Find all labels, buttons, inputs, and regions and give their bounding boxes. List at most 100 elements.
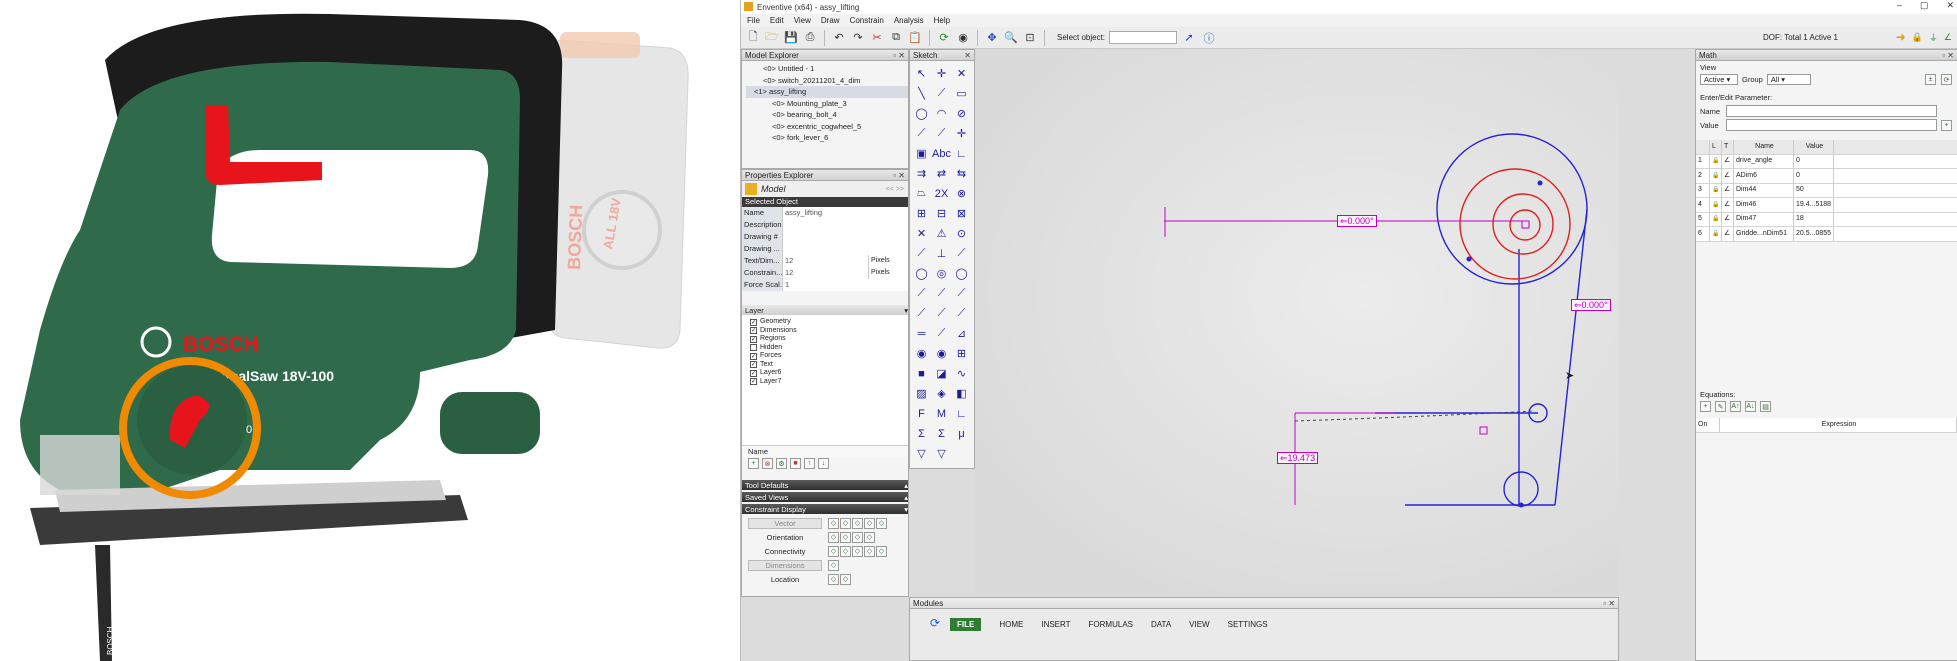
sketch-tool-icon[interactable]: ⊞ [912, 204, 931, 223]
tool-defaults-bar[interactable]: Tool Defaults ▴ [742, 480, 908, 490]
layer-checkbox[interactable]: ✓ [750, 318, 757, 326]
param-row[interactable]: 5 🔒 ∠ Dim47 18 [1696, 212, 1957, 227]
sketch-tool-icon[interactable]: ▽ [912, 444, 931, 463]
sketch-tool-icon[interactable]: ◎ [932, 264, 951, 283]
param-value[interactable]: 0 [1794, 154, 1834, 169]
layer-item[interactable]: ✓ Regions [750, 335, 908, 344]
length-dim-label[interactable]: ⇐19.473 [1277, 452, 1319, 464]
tree-item[interactable]: <0> fork_lever_6 [746, 132, 908, 144]
sketch-tool-icon[interactable]: ⊥ [932, 244, 951, 263]
add-layer-icon[interactable]: + [748, 458, 759, 469]
panel-close-icon[interactable]: ▫ ✕ [1603, 599, 1618, 608]
add-remove-icon[interactable]: ± [1925, 74, 1936, 85]
layer-item[interactable]: ✓ Forces [750, 352, 908, 361]
sketch-tool-icon[interactable]: ╲ [912, 84, 931, 103]
menu-constrain[interactable]: Constrain [850, 16, 884, 25]
tab-data[interactable]: DATA [1151, 620, 1171, 629]
property-unit[interactable]: Pixels [868, 266, 908, 279]
sketch-tool-icon[interactable]: ⏢ [912, 184, 931, 203]
sketch-tool-icon[interactable]: ◉ [912, 344, 931, 363]
menu-analysis[interactable]: Analysis [894, 16, 924, 25]
copy-icon[interactable]: ⧉ [888, 30, 904, 46]
param-value[interactable]: 18 [1794, 212, 1834, 227]
sketch-tool-icon[interactable]: ◪ [932, 364, 951, 383]
add-param-icon[interactable]: + [1941, 119, 1952, 131]
sketch-tool-icon[interactable]: ⇆ [952, 164, 971, 183]
sketch-tool-icon[interactable]: ✕ [912, 224, 931, 243]
property-value[interactable]: 12 [782, 266, 868, 279]
sketch-tool-icon[interactable]: ⊗ [952, 184, 971, 203]
comment-icon[interactable]: ▤ [1760, 401, 1771, 412]
sketch-tool-icon[interactable]: ∿ [952, 364, 971, 383]
constraint-toggle-icon[interactable]: ◇ [852, 517, 863, 529]
layer-checkbox[interactable]: ✓ [750, 361, 757, 369]
sketch-tool-icon[interactable]: ⟋ [932, 284, 951, 303]
arrow-right-icon[interactable]: ➜ [1896, 30, 1906, 44]
sketch-tool-icon[interactable]: ◯ [952, 264, 971, 283]
constraint-toggle-icon[interactable]: ◇ [864, 531, 875, 543]
pointer-icon[interactable]: ➚ [1181, 30, 1197, 46]
sketch-tool-icon[interactable]: ▽ [932, 444, 951, 463]
edit-equation-icon[interactable]: ✎ [1715, 401, 1726, 412]
lock-icon[interactable]: 🔒 [1710, 183, 1722, 198]
sketch-tool-icon[interactable]: ⟋ [932, 324, 951, 343]
help-icon[interactable]: ⓘ [1201, 30, 1217, 46]
property-value[interactable]: 1 [782, 278, 908, 291]
tab-formulas[interactable]: FORMULAS [1089, 620, 1133, 629]
new-file-icon[interactable]: 🗋 [745, 30, 761, 46]
lock-icon[interactable]: 🔒 [1912, 32, 1923, 43]
stop-icon[interactable]: ◉ [955, 30, 971, 46]
lock-icon[interactable]: 🔒 [1710, 212, 1722, 227]
panel-close-icon[interactable]: ▫ ✕ [1942, 51, 1957, 60]
property-value[interactable] [782, 230, 908, 243]
sketch-tool-icon[interactable]: ⟋ [912, 304, 931, 323]
param-row[interactable]: 1 🔒 ∠ drive_angle 0 [1696, 154, 1957, 169]
sort-down-icon[interactable]: A↓ [1745, 401, 1756, 412]
layer-item[interactable]: ✓ Layer7 [750, 378, 908, 387]
zoom-window-icon[interactable]: ⊡ [1022, 30, 1038, 46]
tree-item[interactable]: <0> Mounting_plate_3 [746, 98, 908, 110]
property-unit[interactable]: Pixels [868, 254, 908, 267]
constraint-toggle-icon[interactable]: ◇ [828, 517, 839, 529]
sketch-tool-icon[interactable]: ⊘ [952, 104, 971, 123]
layer-color-icon[interactable]: ■ [790, 458, 801, 469]
delete-layer-icon[interactable]: ⊗ [762, 458, 773, 469]
panel-close-icon[interactable]: ▫ ✕ [893, 171, 908, 180]
sketch-tool-icon[interactable]: ⟋ [912, 124, 931, 143]
sketch-tool-icon[interactable]: ◧ [952, 384, 971, 403]
param-row[interactable]: 4 🔒 ∠ Dim46 19.4...5188 [1696, 197, 1957, 213]
drawing-canvas[interactable]: ⇐0.000° ⇐0.000° ⇐19.473 ➤ [975, 49, 1619, 597]
constraint-toggle-icon[interactable]: ◇ [876, 517, 887, 529]
property-value[interactable] [782, 242, 908, 255]
sketch-tool-icon[interactable]: ⊟ [932, 204, 951, 223]
sketch-tool-icon[interactable]: Abc [932, 144, 951, 163]
undo-icon[interactable]: ↶ [831, 30, 847, 46]
layer-checkbox[interactable]: ✓ [750, 352, 757, 360]
print-icon[interactable]: ⎙ [802, 30, 818, 46]
tab-home[interactable]: HOME [999, 620, 1023, 629]
sketch-tool-icon[interactable]: ⇉ [912, 164, 931, 183]
layer-item[interactable]: ✓ Dimensions [750, 327, 908, 336]
maximize-icon[interactable]: ▢ [1920, 0, 1929, 11]
refresh-icon[interactable]: ⟳ [936, 30, 952, 46]
property-value[interactable] [782, 218, 908, 231]
add-equation-icon[interactable]: + [1700, 401, 1711, 412]
constraint-toggle-icon[interactable]: ◇ [864, 545, 875, 557]
menu-file[interactable]: File [747, 16, 760, 25]
lock-icon[interactable]: 🔒 [1710, 226, 1722, 241]
sketch-tool-icon[interactable]: 2X [932, 184, 951, 203]
param-row[interactable]: 6 🔒 ∠ Gridde...nDim51 20.5...0855 [1696, 226, 1957, 242]
constraint-toggle-icon[interactable]: ◇ [840, 573, 851, 585]
angle-icon[interactable]: ∠ [1944, 32, 1952, 43]
sketch-tool-icon[interactable]: ⟋ [912, 284, 931, 303]
sketch-tool-icon[interactable]: ∟ [952, 144, 971, 163]
sketch-tool-icon[interactable]: ✛ [952, 124, 971, 143]
constraint-toggle-icon[interactable]: ◇ [828, 545, 839, 557]
layer-header[interactable]: Layer ▾ [742, 305, 908, 315]
sketch-tool-icon[interactable]: ⚠ [932, 224, 951, 243]
tab-insert[interactable]: INSERT [1041, 620, 1070, 629]
sketch-tool-icon[interactable]: ▨ [912, 384, 931, 403]
angle-dim-label[interactable]: ⇐0.000° [1337, 215, 1377, 227]
tree-item[interactable]: <0> switch_20211201_4_dim [746, 75, 908, 87]
layer-item[interactable]: ✓ Layer6 [750, 369, 908, 378]
